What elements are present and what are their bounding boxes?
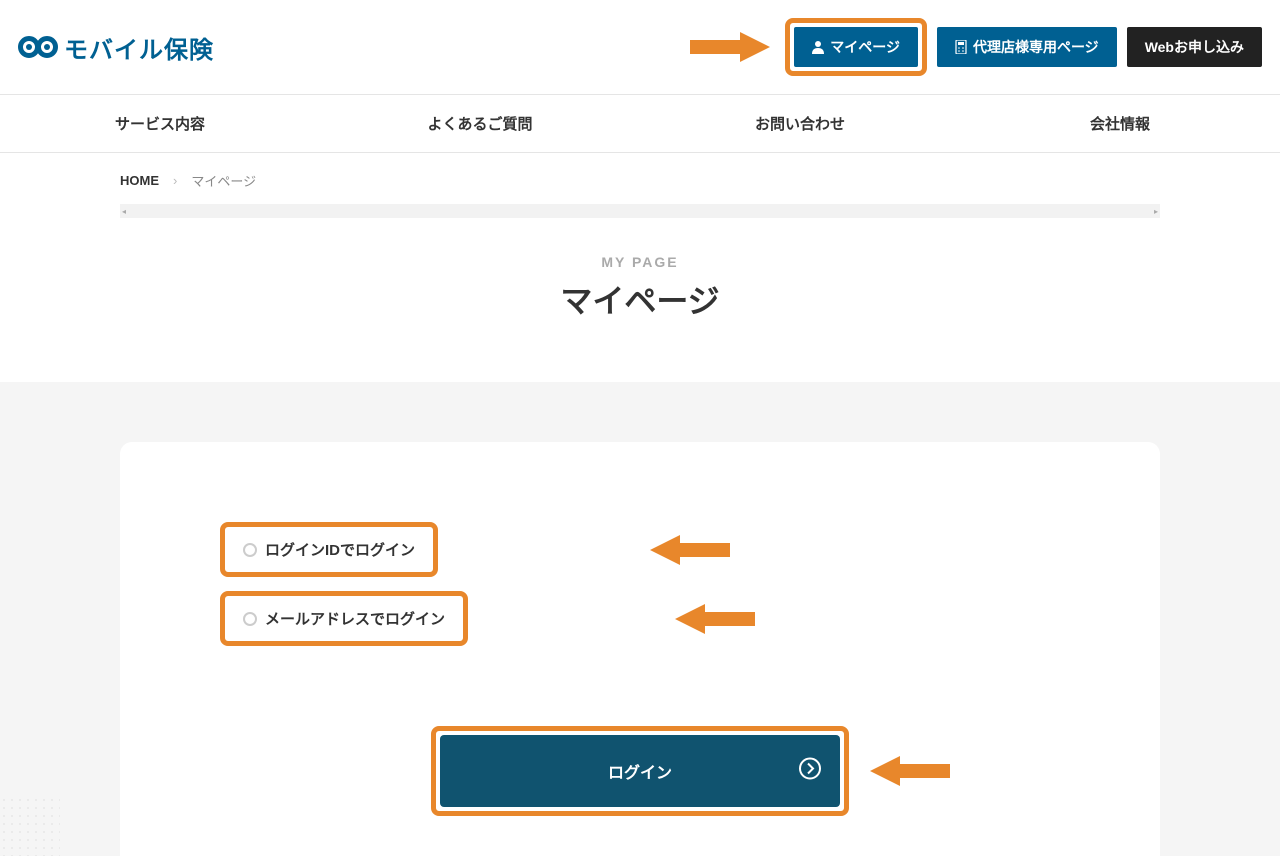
login-method-email-radio[interactable]: メールアドレスでログイン [229,600,459,637]
chevron-right-icon: › [173,173,177,188]
radio-icon [243,612,257,626]
mypage-button-label: マイページ [830,37,900,57]
login-button[interactable]: ログイン [440,735,840,807]
header: モバイル保険 マイページ 代理店様専用ページ Webお申し込み [0,0,1280,95]
annotation-arrow-icon [690,32,770,62]
decorative-dots [0,796,60,856]
breadcrumb-current: マイページ [191,171,256,190]
page-title-en: MY PAGE [0,254,1280,270]
web-apply-button[interactable]: Webお申し込み [1127,27,1262,67]
nav-item-service[interactable]: サービス内容 [0,95,320,152]
nav-item-contact[interactable]: お問い合わせ [640,95,960,152]
main-nav: サービス内容 よくあるご質問 お問い合わせ 会社情報 [0,95,1280,153]
chevron-left-icon: ◂ [122,207,126,216]
login-card: ログインIDでログイン メールアドレスでログイン ログイン [120,442,1160,856]
highlight-box: マイページ [785,18,927,76]
header-buttons: マイページ 代理店様専用ページ Webお申し込み [785,18,1262,76]
page-title-jp: マイページ [0,276,1280,322]
agent-page-button[interactable]: 代理店様専用ページ [937,27,1117,67]
breadcrumb-home[interactable]: HOME [120,173,159,188]
login-method-email-label: メールアドレスでログイン [265,608,445,629]
chevron-right-icon: ▸ [1154,207,1158,216]
logo-icon [18,36,58,58]
logo[interactable]: モバイル保険 [18,30,214,65]
nav-item-faq[interactable]: よくあるご質問 [320,95,640,152]
highlight-box: ログイン [431,726,849,816]
highlight-box: メールアドレスでログイン [220,591,468,646]
breadcrumb: HOME › マイページ [120,153,1160,200]
arrow-right-circle-icon [798,757,822,786]
annotation-arrow-icon [675,604,755,634]
radio-icon [243,543,257,557]
scroll-indicator[interactable]: ◂ ▸ [120,204,1160,218]
user-icon [812,40,824,54]
login-method-id-radio[interactable]: ログインIDでログイン [229,531,429,568]
nav-item-company[interactable]: 会社情報 [960,95,1280,152]
calculator-icon [955,40,967,54]
agent-page-button-label: 代理店様専用ページ [973,37,1099,57]
logo-text: モバイル保険 [64,30,214,65]
login-section: ログインIDでログイン メールアドレスでログイン ログイン [0,382,1280,856]
page-title: MY PAGE マイページ [0,254,1280,322]
mypage-button[interactable]: マイページ [794,27,918,67]
highlight-box: ログインIDでログイン [220,522,438,577]
login-method-id-label: ログインIDでログイン [265,539,415,560]
login-button-label: ログイン [608,759,672,783]
annotation-arrow-icon [870,756,950,786]
web-apply-button-label: Webお申し込み [1145,37,1244,57]
annotation-arrow-icon [650,535,730,565]
